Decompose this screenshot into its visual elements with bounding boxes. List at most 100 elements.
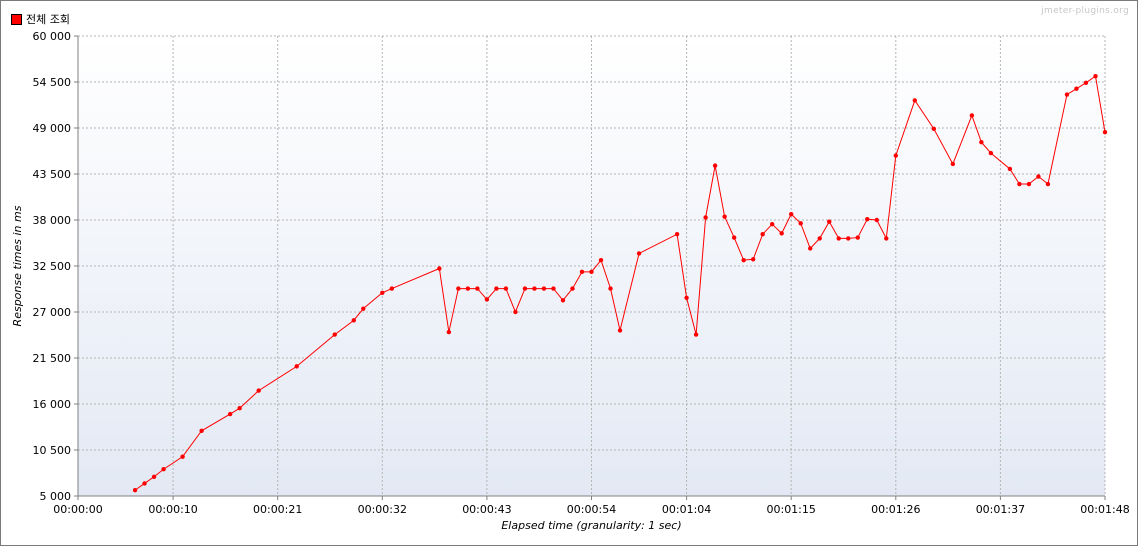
data-point	[769, 221, 775, 227]
data-point	[437, 266, 442, 271]
data-point	[912, 98, 918, 103]
y-tick-label: 49 000	[33, 122, 72, 135]
data-point	[750, 257, 756, 262]
data-point	[389, 286, 395, 291]
data-point	[456, 286, 461, 291]
data-point	[570, 286, 575, 291]
y-tick-label: 38 000	[33, 214, 72, 227]
data-point	[1064, 92, 1070, 97]
data-point	[693, 332, 699, 337]
data-point	[332, 332, 337, 337]
data-point	[827, 219, 832, 224]
data-point	[465, 286, 471, 291]
data-point	[1093, 73, 1098, 79]
data-point	[1026, 181, 1032, 187]
data-point	[731, 235, 737, 240]
data-point	[703, 215, 708, 220]
data-point	[579, 269, 585, 275]
response-time-chart: 00:00:00 00:00:10 00:00:21 00:00:32 00:00:43…	[11, 30, 1130, 532]
data-point	[132, 487, 138, 493]
data-point	[950, 161, 956, 167]
x-tick-label: 00:00:32	[358, 503, 407, 516]
y-tick-label: 54 500	[33, 76, 72, 89]
data-point	[589, 269, 594, 275]
data-point	[1045, 181, 1051, 187]
data-point	[979, 140, 984, 145]
data-point	[142, 481, 147, 486]
data-point	[893, 153, 898, 158]
y-tick-label: 60 000	[33, 30, 72, 43]
data-point	[608, 286, 613, 291]
data-point	[237, 405, 242, 411]
data-point	[855, 235, 860, 240]
data-point	[798, 221, 803, 226]
y-tick-label: 10 500	[33, 444, 72, 457]
data-point	[779, 231, 784, 236]
data-point	[874, 217, 879, 223]
x-tick-label: 00:00:43	[462, 503, 511, 516]
x-tick-label: 00:01:26	[871, 503, 920, 516]
data-point	[808, 246, 813, 251]
data-point	[256, 388, 261, 393]
data-point	[788, 211, 794, 217]
data-point	[617, 328, 623, 333]
data-point	[1007, 166, 1013, 172]
data-point	[931, 126, 937, 132]
data-point	[560, 298, 566, 303]
data-point	[817, 236, 822, 241]
data-point	[522, 286, 528, 291]
data-point	[494, 286, 499, 291]
data-point	[969, 113, 975, 118]
data-point	[351, 318, 356, 323]
y-tick-label: 27 000	[33, 306, 72, 319]
x-axis-title: Elapsed time (granularity: 1 sec)	[501, 519, 681, 532]
y-tick-label: 21 500	[33, 352, 72, 365]
data-point	[712, 163, 718, 168]
data-point	[684, 295, 689, 300]
data-point	[541, 286, 547, 291]
y-tick-label: 16 000	[33, 398, 72, 411]
y-axis-ticks: 5 000 10 500 16 000 21 500 27 000 32 500 38 00…	[33, 30, 78, 503]
data-point	[598, 257, 604, 263]
data-point	[551, 286, 556, 291]
data-point	[199, 428, 204, 433]
data-point	[361, 306, 366, 311]
data-point	[865, 216, 870, 222]
data-point	[636, 251, 642, 256]
x-tick-label: 00:01:15	[766, 503, 815, 516]
data-point	[180, 454, 185, 459]
data-point	[475, 286, 480, 291]
data-point	[294, 364, 299, 369]
data-point	[1074, 86, 1079, 91]
data-point	[513, 309, 518, 315]
x-tick-label: 00:01:04	[662, 503, 711, 516]
x-tick-label: 00:01:37	[976, 503, 1025, 516]
data-point	[722, 214, 727, 219]
data-point	[227, 411, 233, 417]
x-tick-label: 00:01:48	[1080, 503, 1129, 516]
x-tick-label: 00:00:54	[567, 503, 616, 516]
x-tick-label: 00:00:10	[148, 503, 197, 516]
y-axis-title: Response times in ms	[11, 205, 24, 326]
y-tick-label: 5 000	[40, 490, 72, 503]
data-point	[760, 232, 765, 237]
y-tick-label: 32 500	[33, 260, 72, 273]
data-point	[1017, 181, 1022, 187]
data-point	[380, 290, 385, 295]
data-point	[503, 286, 509, 291]
data-point	[446, 329, 452, 335]
data-point	[1102, 129, 1108, 135]
data-point	[884, 236, 889, 241]
data-point	[532, 286, 537, 291]
y-tick-label: 43 500	[33, 168, 72, 181]
data-point	[1036, 174, 1041, 179]
x-axis-ticks: 00:00:00 00:00:10 00:00:21 00:00:32 00:00:43…	[53, 496, 1130, 516]
data-point	[151, 474, 157, 479]
data-point	[674, 232, 680, 237]
data-point	[484, 297, 490, 302]
data-point	[741, 257, 746, 263]
data-point	[836, 236, 841, 241]
data-point	[846, 236, 851, 241]
data-point	[988, 150, 994, 156]
data-point	[1083, 80, 1089, 86]
